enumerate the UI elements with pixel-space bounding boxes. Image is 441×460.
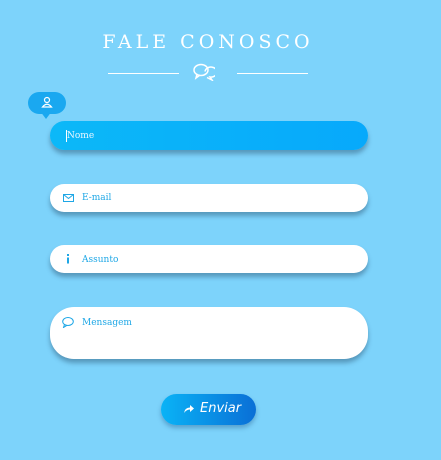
email-field-placeholder: E-mail — [82, 193, 112, 203]
divider-line-left — [108, 73, 179, 74]
user-badge — [28, 92, 66, 119]
send-button-label: Enviar — [200, 401, 242, 416]
send-button[interactable]: Enviar — [161, 394, 256, 425]
info-icon — [67, 254, 69, 264]
message-field[interactable]: Mensagem — [50, 307, 368, 359]
title-divider — [108, 63, 308, 81]
divider-line-right — [237, 73, 308, 74]
user-icon — [41, 96, 53, 108]
share-arrow-icon — [184, 405, 194, 413]
envelope-icon — [63, 194, 74, 202]
name-field[interactable]: Nome — [50, 121, 368, 150]
page-title: FALE CONOSCO — [102, 31, 314, 53]
user-badge-tail — [40, 111, 52, 119]
message-field-placeholder: Mensagem — [82, 318, 132, 328]
speech-bubble-icon — [62, 317, 74, 328]
name-field-placeholder: Nome — [67, 131, 95, 141]
subject-field-placeholder: Assunto — [82, 255, 119, 265]
email-field[interactable]: E-mail — [50, 184, 368, 212]
chat-bubbles-icon — [193, 63, 215, 81]
subject-field[interactable]: Assunto — [50, 245, 368, 273]
